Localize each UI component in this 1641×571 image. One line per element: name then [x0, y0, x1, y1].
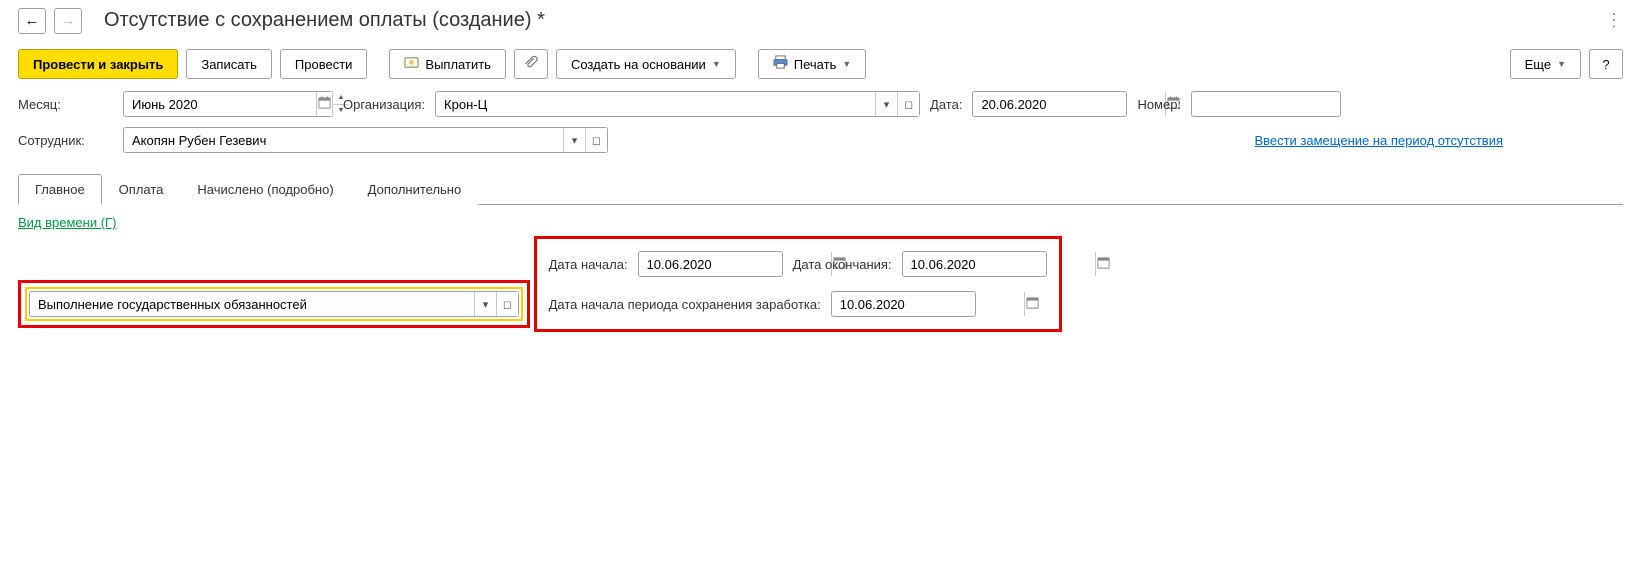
kebab-menu-button[interactable]: ⋮ [1597, 6, 1631, 35]
open-icon: ◻ [503, 298, 512, 311]
earn-start-calendar-button[interactable] [1024, 292, 1040, 316]
tab-main[interactable]: Главное [18, 174, 102, 205]
arrow-left-icon: ← [25, 13, 40, 28]
nav-back-button[interactable]: ← [18, 8, 46, 34]
apply-close-button[interactable]: Провести и закрыть [18, 49, 178, 79]
chevron-down-icon: ▼ [1557, 59, 1566, 69]
end-date-group [902, 251, 1047, 277]
calendar-icon [1096, 255, 1111, 273]
earn-start-input[interactable] [832, 292, 1024, 316]
nav-forward-button: → [54, 8, 82, 34]
kebab-icon: ⋮ [1605, 10, 1623, 30]
month-label: Месяц: [18, 97, 113, 112]
printer-icon [773, 55, 788, 73]
number-input-group [1191, 91, 1341, 117]
time-type-open-button[interactable]: ◻ [496, 292, 518, 316]
tab-payment[interactable]: Оплата [102, 174, 181, 205]
end-date-input[interactable] [903, 252, 1095, 276]
org-input[interactable] [436, 92, 875, 116]
date-label: Дата: [930, 97, 962, 112]
calendar-icon [317, 95, 332, 113]
org-input-group: ▾ ◻ [435, 91, 920, 117]
paperclip-icon [523, 55, 538, 73]
org-open-button[interactable]: ◻ [897, 92, 919, 116]
apply-close-label: Провести и закрыть [33, 57, 163, 72]
highlight-time-type-inner: ▾ ◻ [25, 287, 523, 321]
page-title: Отсутствие с сохранением оплаты (создани… [104, 9, 1589, 32]
arrow-right-icon: → [61, 13, 76, 28]
more-label: Еще [1525, 57, 1551, 72]
chevron-down-icon: ▾ [483, 298, 489, 311]
employee-open-button[interactable]: ◻ [585, 128, 607, 152]
org-dropdown-button[interactable]: ▾ [875, 92, 897, 116]
help-button[interactable]: ? [1589, 49, 1623, 79]
payout-button[interactable]: Выплатить [389, 49, 506, 79]
time-type-section-link[interactable]: Вид времени (Г) [18, 215, 116, 230]
tab-bar: Главное Оплата Начислено (подробно) Допо… [18, 173, 1623, 205]
month-calendar-button[interactable] [316, 92, 332, 116]
chevron-down-icon: ▼ [842, 59, 851, 69]
print-label: Печать [794, 57, 837, 72]
time-type-input[interactable] [30, 292, 474, 316]
date-input-group [972, 91, 1127, 117]
payout-label: Выплатить [425, 57, 491, 72]
employee-dropdown-button[interactable]: ▾ [563, 128, 585, 152]
money-icon [404, 55, 419, 73]
employee-label: Сотрудник: [18, 133, 113, 148]
chevron-down-icon: ▼ [712, 59, 721, 69]
month-input-group: ▲ ▼ [123, 91, 333, 117]
end-date-label: Дата окончания: [793, 257, 892, 272]
question-icon: ? [1602, 57, 1609, 72]
employee-input[interactable] [124, 128, 563, 152]
print-button[interactable]: Печать ▼ [758, 49, 867, 79]
apply-button[interactable]: Провести [280, 49, 368, 79]
save-button[interactable]: Записать [186, 49, 272, 79]
substitute-link[interactable]: Ввести замещение на период отсутствия [1254, 133, 1503, 148]
start-date-group [638, 251, 783, 277]
tab-extra[interactable]: Дополнительно [351, 174, 479, 205]
attach-button[interactable] [514, 49, 548, 79]
end-date-calendar-button[interactable] [1095, 252, 1111, 276]
create-based-button[interactable]: Создать на основании ▼ [556, 49, 736, 79]
number-input[interactable] [1192, 92, 1384, 116]
time-type-input-group: ▾ ◻ [29, 291, 519, 317]
save-label: Записать [201, 57, 257, 72]
highlight-time-type: ▾ ◻ [18, 280, 530, 328]
tab-accrued[interactable]: Начислено (подробно) [180, 174, 350, 205]
employee-input-group: ▾ ◻ [123, 127, 608, 153]
open-icon: ◻ [592, 134, 601, 147]
chevron-down-icon: ▾ [884, 98, 890, 111]
apply-label: Провести [295, 57, 353, 72]
earn-start-label: Дата начала периода сохранения заработка… [549, 297, 821, 312]
earn-start-group [831, 291, 976, 317]
open-icon: ◻ [904, 98, 913, 111]
number-label: Номер: [1137, 97, 1181, 112]
org-label: Организация: [343, 97, 425, 112]
time-type-dropdown-button[interactable]: ▾ [474, 292, 496, 316]
calendar-icon [1025, 295, 1040, 313]
month-input[interactable] [124, 92, 316, 116]
create-based-label: Создать на основании [571, 57, 706, 72]
highlight-dates: Дата начала: Дата окончания: [534, 236, 1062, 332]
chevron-down-icon: ▾ [572, 134, 578, 147]
more-button[interactable]: Еще ▼ [1510, 49, 1581, 79]
start-date-label: Дата начала: [549, 257, 628, 272]
